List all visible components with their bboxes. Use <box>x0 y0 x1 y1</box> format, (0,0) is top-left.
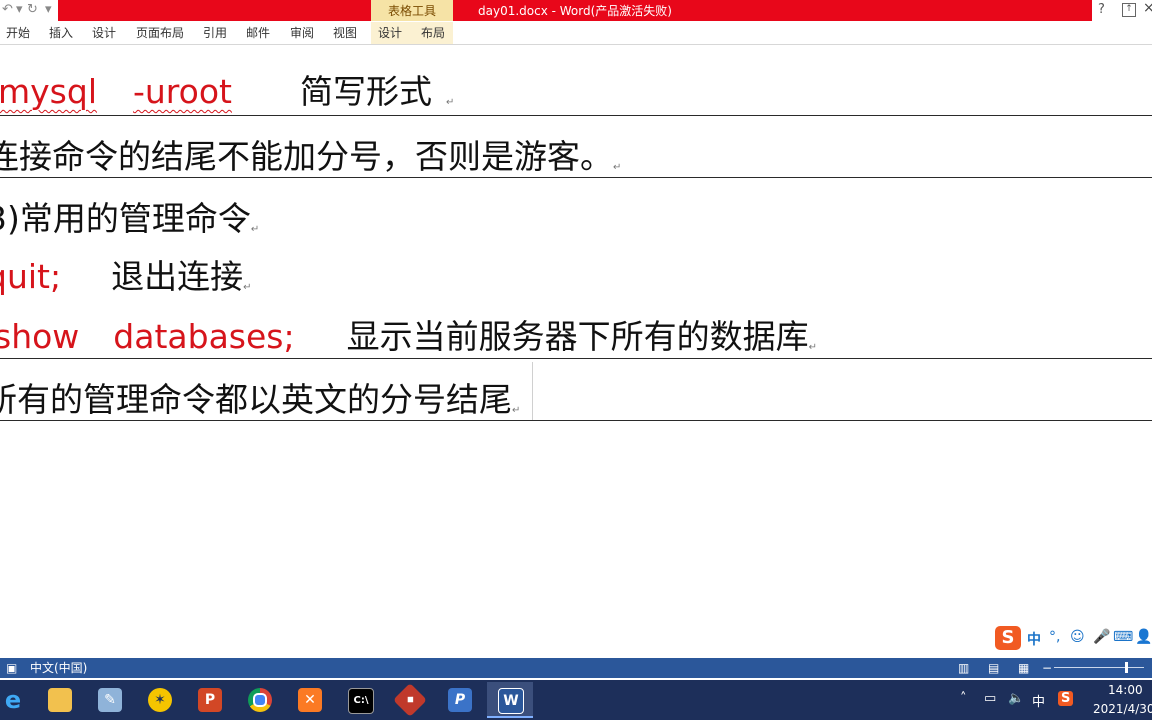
text-semicolon-rule: 所有的管理命令都以英文的分号结尾 <box>0 380 512 419</box>
table-border <box>0 420 1152 421</box>
tab-home[interactable]: 开始 <box>6 22 30 44</box>
tab-insert[interactable]: 插入 <box>49 22 73 44</box>
doc-line-4[interactable]: quit; 退出连接↵ <box>0 250 251 298</box>
close-icon[interactable]: × <box>1143 0 1152 16</box>
tab-references[interactable]: 引用 <box>203 22 227 44</box>
desc-exit-connection: 退出连接 <box>111 257 244 296</box>
emoji-icon[interactable]: ☺ <box>1070 629 1085 645</box>
tab-view[interactable]: 视图 <box>333 22 357 44</box>
paragraph-mark: ↵ <box>243 282 252 293</box>
zoom-out-icon[interactable]: − <box>1042 658 1052 678</box>
paragraph-mark: ↵ <box>250 224 260 235</box>
paragraph-mark: ↵ <box>613 162 622 173</box>
status-bar: ▣ 中文(中国) ▥ ▤ ▦ − <box>0 658 1152 678</box>
doc-line-6[interactable]: 所有的管理命令都以英文的分号结尾↵ <box>0 373 520 421</box>
tray-expand-icon[interactable]: ˄ <box>960 691 967 706</box>
code-mysql: mysql <box>0 72 97 111</box>
desc-short-form: 简写形式 <box>299 72 432 111</box>
title-bar: ↶ ▾ ↻ ▾ 表格工具 day01.docx - Word(产品激活失败) ?… <box>0 0 1152 22</box>
code-databases: databases; <box>113 317 295 356</box>
word-icon[interactable]: W <box>487 682 533 718</box>
tray-input-lang[interactable]: 中 <box>1032 691 1045 710</box>
table-cell-border <box>532 362 533 420</box>
edge-icon[interactable]: e <box>0 682 36 718</box>
taskbar: e ✎ ✶ P ✕ C:\ ◆ P W ˄ ▭ 🔈 中 S 14:00 2021… <box>0 680 1152 720</box>
paint-icon[interactable]: ✎ <box>87 682 133 718</box>
tab-table-layout[interactable]: 布局 <box>421 22 445 44</box>
git-icon[interactable]: ◆ <box>387 682 433 718</box>
paragraph-mark: ↵ <box>445 97 455 108</box>
tab-review[interactable]: 审阅 <box>290 22 314 44</box>
keyboard-icon[interactable]: ⌨ <box>1113 629 1133 645</box>
doc-line-1[interactable]: mysql -uroot 简写形式 ↵ <box>0 65 454 113</box>
customize-icon[interactable]: ▾ <box>45 2 52 17</box>
sogou-logo-icon[interactable]: S <box>995 626 1021 650</box>
table-border <box>0 115 1152 116</box>
document-canvas[interactable]: mysql -uroot 简写形式 ↵ 连接命令的结尾不能加分号，否则是游客。↵ 3)… <box>0 46 1152 640</box>
app-icon[interactable]: ✶ <box>137 682 183 718</box>
document-title: day01.docx - Word(产品激活失败) <box>478 4 672 18</box>
table-border <box>0 177 1152 178</box>
print-layout-icon[interactable]: ▤ <box>988 658 999 678</box>
heading-admin-commands: 3)常用的管理命令 <box>0 199 251 238</box>
ime-punct-toggle[interactable]: °, <box>1049 629 1060 645</box>
track-changes-icon[interactable]: ▣ <box>6 658 17 678</box>
code-quit: quit; <box>0 257 62 296</box>
xampp-icon[interactable]: ✕ <box>287 682 333 718</box>
paragraph-mark: ↵ <box>808 342 817 353</box>
restore-icon[interactable]: ↑ <box>1122 3 1136 17</box>
tab-page-layout[interactable]: 页面布局 <box>136 22 184 44</box>
postman-icon[interactable]: P <box>437 682 483 718</box>
paragraph-mark: ↵ <box>512 405 521 416</box>
desc-show-databases: 显示当前服务器下所有的数据库 <box>346 317 809 356</box>
volume-icon[interactable]: 🔈 <box>1008 691 1024 706</box>
network-icon[interactable]: ▭ <box>984 691 996 706</box>
terminal-icon[interactable]: C:\ <box>337 682 383 718</box>
code-uroot: -uroot <box>132 72 232 111</box>
powerpoint-icon[interactable]: P <box>187 682 233 718</box>
code-show: show <box>0 317 80 356</box>
language-indicator[interactable]: 中文(中国) <box>30 658 87 678</box>
microphone-icon[interactable]: 🎤 <box>1093 629 1110 645</box>
zoom-slider-thumb[interactable] <box>1125 662 1128 673</box>
doc-line-5[interactable]: show databases; 显示当前服务器下所有的数据库↵ <box>0 310 817 358</box>
read-mode-icon[interactable]: ▥ <box>958 658 969 678</box>
sogou-tray-icon[interactable]: S <box>1058 691 1074 706</box>
tab-mailings[interactable]: 邮件 <box>246 22 270 44</box>
table-border <box>0 358 1152 359</box>
ribbon-tabs: 开始 插入 设计 页面布局 引用 邮件 审阅 视图 设计 布局 <box>0 22 1152 45</box>
clock-date[interactable]: 2021/4/30 <box>1093 702 1152 716</box>
user-icon[interactable]: 👤 <box>1135 629 1152 645</box>
ime-lang-toggle[interactable]: 中 <box>1027 629 1041 649</box>
doc-line-3[interactable]: 3)常用的管理命令↵ <box>0 192 259 240</box>
help-icon[interactable]: ? <box>1098 2 1105 17</box>
redo-icon[interactable]: ↻ <box>27 2 38 17</box>
web-layout-icon[interactable]: ▦ <box>1018 658 1029 678</box>
text-connection-note: 连接命令的结尾不能加分号，否则是游客。 <box>0 137 613 176</box>
chrome-icon[interactable] <box>237 682 283 718</box>
undo-icon[interactable]: ↶ <box>2 2 13 17</box>
dropdown-icon[interactable]: ▾ <box>16 2 23 17</box>
tab-table-design[interactable]: 设计 <box>378 22 402 44</box>
ime-toolbar: S 中 °, ☺ 🎤 ⌨ 👤 <box>993 624 1152 654</box>
zoom-slider[interactable] <box>1054 667 1144 668</box>
clock-time[interactable]: 14:00 <box>1108 683 1143 697</box>
doc-line-2[interactable]: 连接命令的结尾不能加分号，否则是游客。↵ <box>0 130 621 178</box>
tab-design[interactable]: 设计 <box>92 22 116 44</box>
file-explorer-icon[interactable] <box>37 682 83 718</box>
table-tools-context-tab: 表格工具 <box>371 0 453 21</box>
